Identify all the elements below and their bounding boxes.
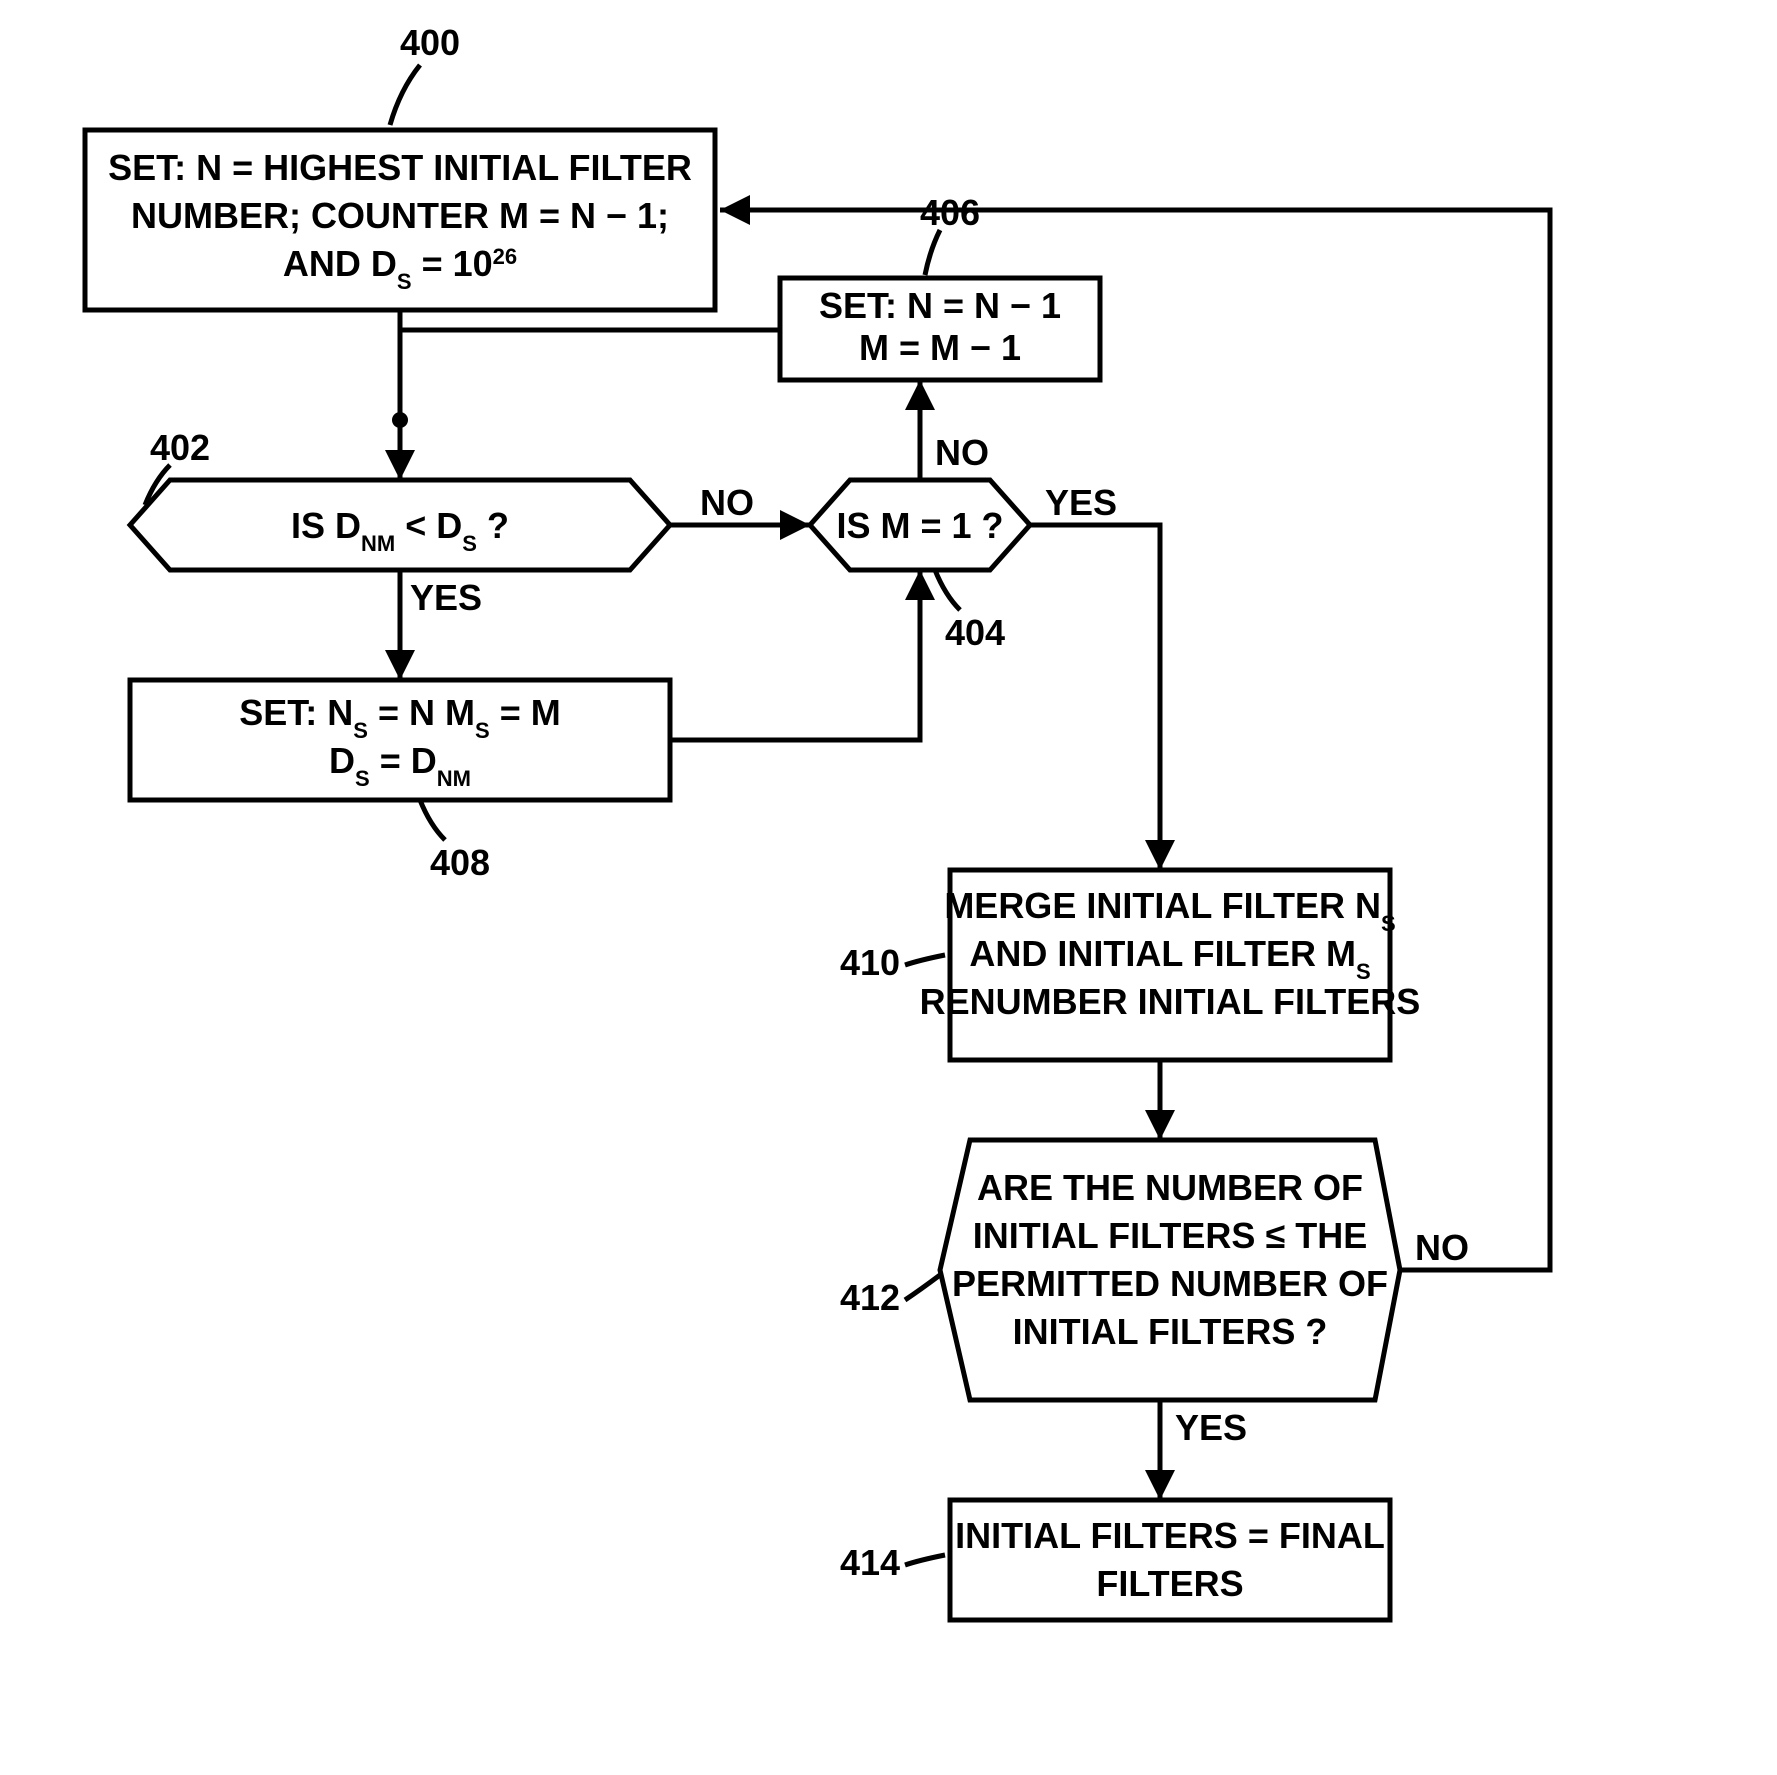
label-412-yes: YES [1175,1407,1247,1448]
block-400-line1: SET: N = HIGHEST INITIAL FILTER [108,147,692,188]
block-406-line1: SET: N = N − 1 [819,285,1061,326]
ref-410: 410 [840,942,900,983]
block-410-line3: RENUMBER INITIAL FILTERS [920,981,1421,1022]
flowchart: SET: N = HIGHEST INITIAL FILTER NUMBER; … [0,0,1777,1775]
ref-400: 400 [400,22,460,63]
ref-414: 414 [840,1542,900,1583]
ref-402: 402 [150,427,210,468]
ref-406: 406 [920,192,980,233]
label-412-no: NO [1415,1227,1469,1268]
ref-408: 408 [430,842,490,883]
label-402-yes: YES [410,577,482,618]
block-404-text: IS M = 1 ? [836,505,1003,546]
label-404-no: NO [935,432,989,473]
block-414-line2: FILTERS [1096,1563,1243,1604]
ref-404: 404 [945,612,1005,653]
label-402-no: NO [700,482,754,523]
block-400-line2: NUMBER; COUNTER M = N − 1; [131,195,669,236]
ref-412: 412 [840,1277,900,1318]
block-412-line4: INITIAL FILTERS ? [1013,1311,1328,1352]
label-404-yes: YES [1045,482,1117,523]
block-406-line2: M = M − 1 [859,327,1021,368]
block-414-line1: INITIAL FILTERS = FINAL [955,1515,1385,1556]
block-412-line2: INITIAL FILTERS ≤ THE [973,1215,1367,1256]
block-412-line3: PERMITTED NUMBER OF [952,1263,1388,1304]
block-412-line1: ARE THE NUMBER OF [977,1167,1363,1208]
